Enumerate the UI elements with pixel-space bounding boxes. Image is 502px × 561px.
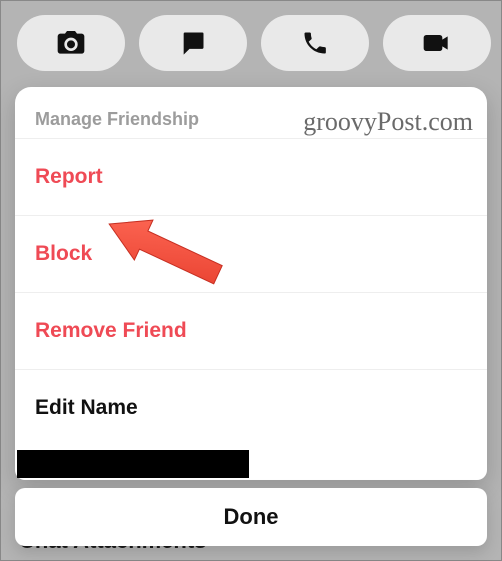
menu-item-edit-name[interactable]: Edit Name [15,370,487,446]
redaction-bar [17,450,249,478]
menu-item-label: Block [35,242,92,265]
chat-button[interactable] [139,15,247,71]
menu-item-report[interactable]: Report [15,139,487,215]
top-toolbar [1,1,501,87]
done-label: Done [224,504,279,530]
video-icon [421,27,453,59]
menu-item-label: Remove Friend [35,319,187,342]
menu-item-label: Report [35,165,103,188]
call-button[interactable] [261,15,369,71]
menu-item-label: Edit Name [35,396,138,419]
menu-item-remove-friend[interactable]: Remove Friend [15,293,487,369]
sheet-header: Manage Friendship [15,87,487,138]
video-call-button[interactable] [383,15,491,71]
camera-button[interactable] [17,15,125,71]
phone-icon [301,29,329,57]
done-button[interactable]: Done [15,488,487,546]
camera-icon [55,27,87,59]
manage-friendship-sheet: Manage Friendship Report Block Remove Fr… [15,87,487,480]
chat-icon [179,29,207,57]
menu-item-block[interactable]: Block [15,216,487,292]
